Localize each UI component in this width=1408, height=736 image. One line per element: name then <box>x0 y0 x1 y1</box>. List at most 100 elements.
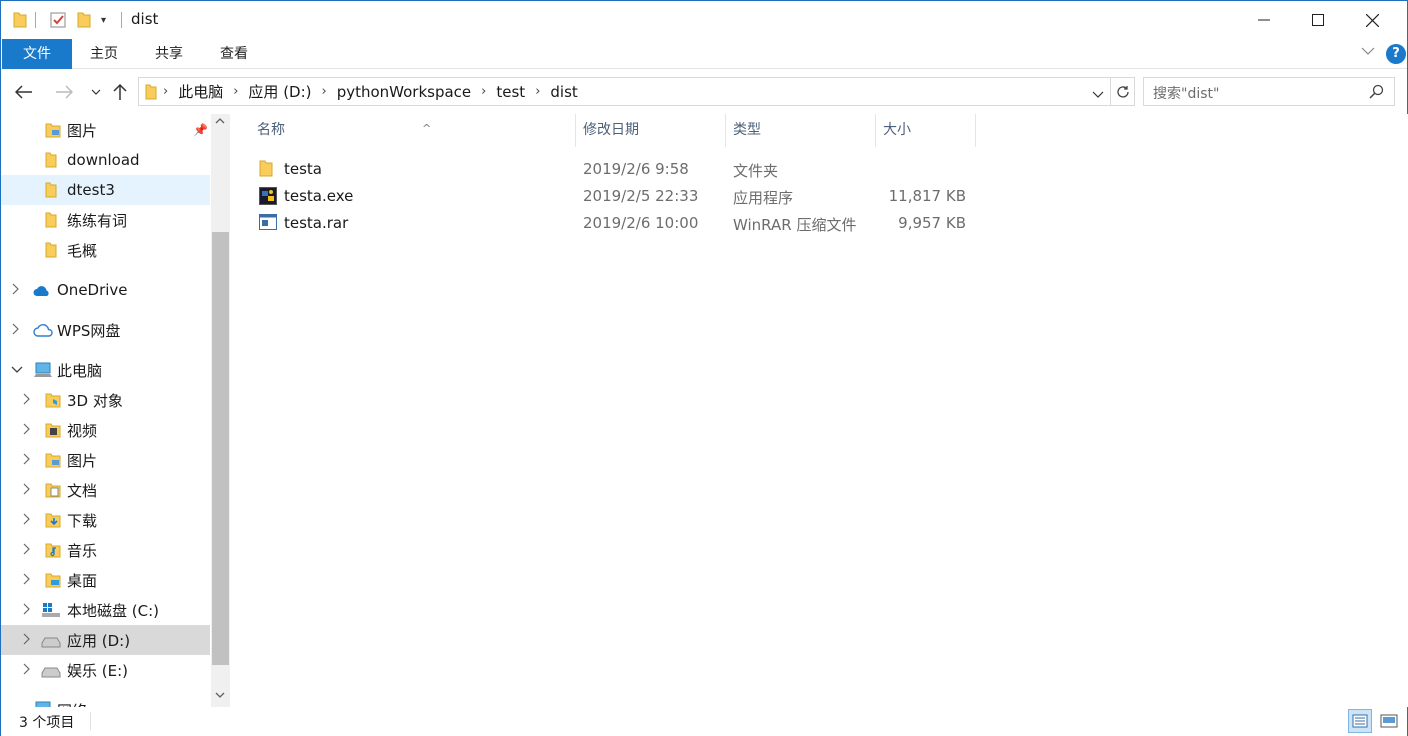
search-input[interactable]: 搜索"dist" <box>1153 83 1219 103</box>
file-modified: 2019/2/5 22:33 <box>583 187 699 205</box>
breadcrumb-dist[interactable]: dist <box>546 83 581 101</box>
system-drive-icon <box>41 602 61 618</box>
forward-button[interactable] <box>53 81 75 103</box>
breadcrumb-test[interactable]: test <box>492 83 529 101</box>
folder-icon <box>45 182 61 198</box>
file-row[interactable]: testa.rar 2019/2/6 10:00 WinRAR 压缩文件 9,9… <box>251 210 981 236</box>
address-bar[interactable]: › 此电脑 › 应用 (D:) › pythonWorkspace › test… <box>138 77 1111 106</box>
file-row[interactable]: testa.exe 2019/2/5 22:33 应用程序 11,817 KB <box>251 183 981 209</box>
sort-ascending-icon: ^ <box>422 122 432 135</box>
nav-item-dtest3[interactable]: dtest3 <box>1 175 210 205</box>
chevron-right-icon[interactable]: › <box>316 84 333 99</box>
pictures-folder-icon <box>45 122 61 138</box>
nav-item-lianlianyouci[interactable]: 练练有词 <box>1 205 210 235</box>
pin-icon[interactable]: 📌 <box>193 123 208 137</box>
ribbon: 文件 主页 共享 查看 ? <box>1 39 1407 69</box>
nav-item-onedrive[interactable]: OneDrive <box>1 275 210 305</box>
tab-view[interactable]: 查看 <box>211 39 257 69</box>
nav-item-videos[interactable]: 视频 <box>1 415 210 445</box>
scroll-up-icon[interactable] <box>215 116 225 127</box>
chevron-right-icon[interactable] <box>23 633 31 648</box>
nav-item-3d-objects[interactable]: 3D 对象 <box>1 385 210 415</box>
close-button[interactable] <box>1345 1 1399 39</box>
column-header-name[interactable]: 名称 ^ <box>249 114 575 147</box>
divider <box>90 712 91 730</box>
wps-cloud-icon <box>33 323 53 339</box>
nav-item-downloads[interactable]: 下载 <box>1 505 210 535</box>
properties-icon[interactable] <box>49 11 67 29</box>
chevron-right-icon[interactable] <box>23 483 31 498</box>
maximize-button[interactable] <box>1291 1 1345 39</box>
minimize-button[interactable] <box>1237 1 1291 39</box>
nav-item-drive-e[interactable]: 娱乐 (E:) <box>1 655 210 685</box>
recent-locations-button[interactable] <box>85 81 107 103</box>
scrollbar-thumb[interactable] <box>212 232 229 665</box>
nav-item-documents[interactable]: 文档 <box>1 475 210 505</box>
address-row: › 此电脑 › 应用 (D:) › pythonWorkspace › test… <box>1 70 1407 114</box>
breadcrumb-this-pc[interactable]: 此电脑 <box>174 81 227 102</box>
nav-item-network[interactable]: 网络 <box>1 695 210 707</box>
file-row[interactable]: testa 2019/2/6 9:58 文件夹 <box>251 156 981 182</box>
videos-folder-icon <box>45 422 61 438</box>
chevron-right-icon[interactable]: › <box>475 84 492 99</box>
tab-home[interactable]: 主页 <box>81 39 127 69</box>
item-count: 3 个项目 <box>19 715 75 731</box>
folder-icon <box>45 242 61 258</box>
rar-icon <box>259 214 277 232</box>
column-header-modified[interactable]: 修改日期 <box>575 114 725 147</box>
chevron-right-icon[interactable] <box>12 323 20 338</box>
chevron-right-icon[interactable] <box>23 423 31 438</box>
divider <box>35 12 36 28</box>
search-icon[interactable] <box>1369 84 1384 103</box>
new-folder-icon[interactable] <box>77 11 91 29</box>
column-header-type[interactable]: 类型 <box>725 114 875 147</box>
help-icon[interactable]: ? <box>1386 44 1406 64</box>
nav-item-maogai[interactable]: 毛概 <box>1 235 210 265</box>
nav-item-download[interactable]: download <box>1 145 210 175</box>
downloads-folder-icon <box>45 512 61 528</box>
documents-folder-icon <box>45 482 61 498</box>
nav-item-music[interactable]: 音乐 <box>1 535 210 565</box>
chevron-right-icon[interactable] <box>23 573 31 588</box>
column-divider[interactable] <box>975 114 976 147</box>
customize-quick-access-icon[interactable]: ▾ <box>101 11 106 29</box>
nav-item-pictures-pinned[interactable]: 图片 📌 <box>1 115 210 145</box>
nav-item-drive-d[interactable]: 应用 (D:) <box>1 625 210 655</box>
scroll-down-icon[interactable] <box>215 691 225 702</box>
nav-item-pictures[interactable]: 图片 <box>1 445 210 475</box>
up-button[interactable] <box>109 81 131 103</box>
nav-item-wps-cloud[interactable]: WPS网盘 <box>1 315 210 345</box>
nav-item-desktop[interactable]: 桌面 <box>1 565 210 595</box>
large-icons-view-button[interactable] <box>1377 709 1401 733</box>
nav-scrollbar[interactable] <box>211 114 230 707</box>
tab-file[interactable]: 文件 <box>2 39 72 69</box>
expand-ribbon-icon[interactable] <box>1361 45 1375 59</box>
refresh-button[interactable] <box>1111 77 1135 106</box>
chevron-right-icon[interactable]: › <box>157 84 174 99</box>
details-view-button[interactable] <box>1348 709 1372 733</box>
file-type: 应用程序 <box>733 189 794 207</box>
nav-item-drive-c[interactable]: 本地磁盘 (C:) <box>1 595 210 625</box>
chevron-right-icon[interactable] <box>23 603 31 618</box>
music-folder-icon <box>45 542 61 558</box>
chevron-right-icon[interactable] <box>23 543 31 558</box>
breadcrumb-pythonworkspace[interactable]: pythonWorkspace <box>333 83 475 101</box>
nav-item-this-pc[interactable]: 此电脑 <box>1 355 210 385</box>
chevron-right-icon[interactable]: › <box>227 84 244 99</box>
chevron-down-icon[interactable] <box>11 363 23 377</box>
chevron-right-icon[interactable] <box>12 283 20 298</box>
chevron-right-icon[interactable] <box>23 663 31 678</box>
file-type: WinRAR 压缩文件 <box>733 216 857 234</box>
back-button[interactable] <box>13 81 35 103</box>
address-dropdown-icon[interactable] <box>1092 87 1104 103</box>
navigation-pane: 图片 📌 download dtest3 练练有词 毛概 OneDrive WP… <box>1 114 231 707</box>
chevron-right-icon[interactable] <box>23 393 31 408</box>
search-box[interactable]: 搜索"dist" <box>1143 77 1395 106</box>
file-type: 文件夹 <box>733 162 779 180</box>
column-header-size[interactable]: 大小 <box>875 114 975 147</box>
chevron-right-icon[interactable] <box>23 513 31 528</box>
chevron-right-icon[interactable]: › <box>529 84 546 99</box>
chevron-right-icon[interactable] <box>23 453 31 468</box>
breadcrumb-drive-d[interactable]: 应用 (D:) <box>244 81 315 102</box>
tab-share[interactable]: 共享 <box>146 39 192 69</box>
